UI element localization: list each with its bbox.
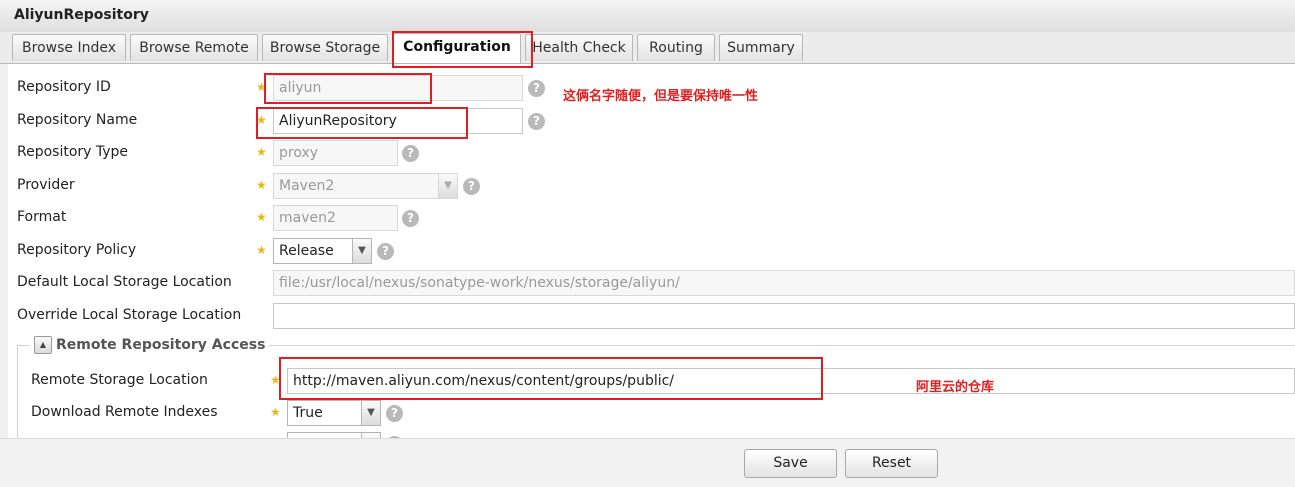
help-icon[interactable]: ? [528,113,545,130]
download-indexes-select[interactable]: True ▼ [287,400,381,426]
default-storage-label: Default Local Storage Location [17,274,232,290]
highlight-repo-name [256,107,468,139]
highlight-configuration-tab [392,31,533,68]
help-icon[interactable]: ? [402,210,419,227]
required-star-icon: ★ [256,243,267,257]
highlight-remote-url [279,357,823,400]
tab-browse-storage[interactable]: Browse Storage [262,34,388,61]
provider-label: Provider [17,177,75,193]
repo-type-field[interactable]: proxy [273,140,398,166]
tab-summary[interactable]: Summary [719,34,803,61]
tab-browse-remote[interactable]: Browse Remote [130,34,258,61]
remote-section-title: Remote Repository Access [56,337,266,353]
download-indexes-value: True [293,405,323,421]
default-storage-field[interactable]: file:/usr/local/nexus/sonatype-work/nexu… [273,270,1295,296]
highlight-repo-id [264,73,432,104]
download-indexes-label: Download Remote Indexes [31,404,218,420]
repo-id-label: Repository ID [17,79,111,95]
tab-routing[interactable]: Routing [637,34,715,61]
help-icon[interactable]: ? [528,80,545,97]
format-label: Format [17,209,67,225]
section-border [17,345,18,438]
chevron-down-icon[interactable]: ▼ [438,174,457,198]
repo-policy-select[interactable]: Release ▼ [273,238,372,264]
tab-browse-index[interactable]: Browse Index [12,34,126,61]
tab-strip: Browse Index Browse Remote Browse Storag… [0,32,1295,64]
reset-button[interactable]: Reset [845,449,938,478]
repo-policy-label: Repository Policy [17,242,137,258]
override-storage-label: Override Local Storage Location [17,307,242,323]
tab-health-check[interactable]: Health Check [525,34,633,61]
remote-section-header[interactable]: ▲ Remote Repository Access [30,336,270,354]
provider-select[interactable]: Maven2 ▼ [273,173,458,199]
caret-up-icon[interactable]: ▲ [34,336,52,354]
required-star-icon: ★ [256,178,267,192]
required-star-icon: ★ [270,405,281,419]
save-button[interactable]: Save [744,449,837,478]
panel-title: AliyunRepository [14,7,149,23]
annotation-name-note: 这俩名字随便，但是要保持唯一性 [563,89,759,104]
form-footer: Save Reset [0,438,1295,487]
repo-name-label: Repository Name [17,112,138,128]
provider-value: Maven2 [279,178,335,194]
help-icon[interactable]: ? [402,145,419,162]
configuration-form: Repository ID ★ aliyun ? Repository Name… [0,64,1295,438]
chevron-down-icon[interactable]: ▼ [361,401,380,425]
repo-type-label: Repository Type [17,144,129,160]
annotation-url-note: 阿里云的仓库 [916,380,995,395]
override-storage-field[interactable] [273,303,1295,329]
required-star-icon: ★ [256,145,267,159]
required-star-icon: ★ [256,210,267,224]
panel-titlebar: AliyunRepository [0,0,1295,33]
format-field[interactable]: maven2 [273,205,398,231]
help-icon[interactable]: ? [377,243,394,260]
repo-policy-value: Release [279,243,334,259]
help-icon[interactable]: ? [386,405,403,422]
chevron-down-icon[interactable]: ▼ [352,239,371,263]
help-icon[interactable]: ? [463,178,480,195]
repository-panel: AliyunRepository Browse Index Browse Rem… [0,0,1295,487]
remote-url-label: Remote Storage Location [31,372,208,388]
